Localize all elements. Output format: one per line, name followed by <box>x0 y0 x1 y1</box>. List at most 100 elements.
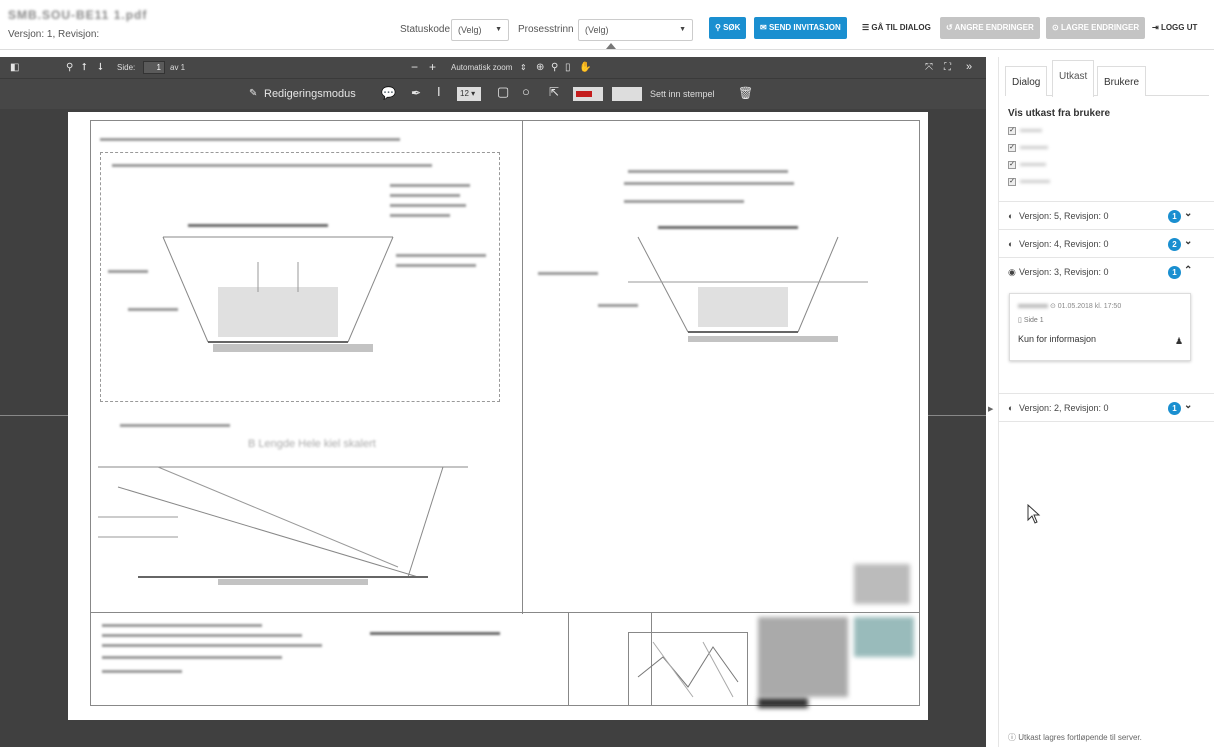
search-icon: ⚲ <box>715 23 721 32</box>
version-row[interactable]: ◐ Versjon: 5, Revisjon: 0 1 ⌄ <box>999 201 1214 229</box>
panel-expand-icon[interactable]: ▶ <box>988 405 993 413</box>
eye-off-icon: ◐ <box>1008 239 1014 249</box>
search-button-label: SØK <box>723 23 741 32</box>
drawing-text <box>396 264 476 267</box>
user-filter-row[interactable]: ✓ <box>1008 160 1046 172</box>
page-edge-tick <box>0 415 68 416</box>
search-icon[interactable]: ⚲ <box>66 62 73 74</box>
page-number-input[interactable]: 1 <box>143 61 165 74</box>
title-block-text <box>370 632 500 635</box>
expand-icon[interactable]: ⛶ <box>944 62 951 74</box>
fullscreen-icon[interactable]: ⤧ <box>925 62 933 74</box>
share-icon[interactable]: ⇱ <box>549 86 559 98</box>
document-title: SMB.SOU-BE11 1.pdf <box>8 8 148 22</box>
save-changes-button[interactable]: ⊙ LAGRE ENDRINGER <box>1046 17 1146 39</box>
envelope-icon: ✉ <box>760 23 767 32</box>
pen-icon[interactable]: ✒ <box>411 87 421 99</box>
undo-changes-button[interactable]: ↺ ANGRE ENDRINGER <box>940 17 1040 39</box>
undo-icon: ↺ <box>946 23 953 32</box>
more-icon[interactable]: » <box>966 61 972 73</box>
color-swatch <box>576 91 592 97</box>
comment-icon[interactable]: 💬 <box>381 87 396 99</box>
chevron-down-icon[interactable]: ⌄ <box>1184 236 1192 247</box>
prev-page-icon[interactable]: ⭡ <box>82 62 87 74</box>
chevron-up-icon[interactable]: ⌃ <box>1184 265 1192 276</box>
version-label: Versjon: 4, Revisjon: 0 <box>1019 239 1109 249</box>
statuskode-value: (Velg) <box>458 25 482 35</box>
send-invite-label: SEND INVITASJON <box>768 23 841 32</box>
chevron-down-icon[interactable]: ⌄ <box>1184 208 1192 219</box>
side-panel: Dialog Utkast Brukere Vis utkast fra bru… <box>998 57 1214 747</box>
font-size-select[interactable]: 12 ▾ <box>457 87 481 101</box>
drawing-text <box>658 226 798 229</box>
user-filter-row[interactable]: ✓ <box>1008 177 1050 189</box>
drafts-section-title: Vis utkast fra brukere <box>1008 108 1111 119</box>
tab-brukere[interactable]: Brukere <box>1097 66 1147 96</box>
checkbox[interactable]: ✓ <box>1008 177 1016 186</box>
user-filter-row[interactable]: ✓ <box>1008 126 1042 138</box>
user-name <box>1020 146 1048 150</box>
zoom-icon[interactable]: ⊕ <box>536 62 544 74</box>
fill-pattern-select[interactable] <box>612 87 642 101</box>
document-version: Versjon: 1, Revisjon: <box>8 29 100 40</box>
edit-mode-toggle[interactable]: Redigeringsmodus <box>264 88 356 100</box>
longitudinal-section-drawing <box>98 466 468 585</box>
version-row[interactable]: ◐ Versjon: 2, Revisjon: 0 1 ⌄ <box>999 393 1214 421</box>
user-name <box>1020 180 1050 184</box>
go-dialog-button[interactable]: ☰ GÅ TIL DIALOG <box>856 17 937 39</box>
tab-dialog[interactable]: Dialog <box>1005 66 1048 96</box>
autosave-note-text: Utkast lagres fortløpende til server. <box>1018 733 1142 742</box>
checkbox[interactable]: ✓ <box>1008 143 1016 152</box>
circle-icon[interactable]: ○ <box>522 85 530 98</box>
pdf-page[interactable]: B Lengde Hele kiel skalert <box>68 112 928 720</box>
version-row[interactable]: ◉ Versjon: 3, Revisjon: 0 1 ⌃ <box>999 257 1214 285</box>
prosesstrinn-label: Prosesstrinn <box>518 24 574 35</box>
zoom-out-icon[interactable]: − <box>411 61 418 73</box>
insert-stamp-dropdown[interactable]: Sett inn stempel <box>650 89 715 99</box>
send-invite-button[interactable]: ✉ SEND INVITASJON <box>754 17 847 39</box>
zoom-in-icon[interactable]: + <box>429 61 436 73</box>
pdf-viewer: ◧ ⚲ ⭡ ⭣ Side: 1 av 1 − + Automatisk zoom… <box>0 57 986 747</box>
rectangle-icon[interactable]: ▢ <box>497 85 509 98</box>
drawing-text <box>390 204 466 207</box>
tab-utkast[interactable]: Utkast <box>1052 60 1095 97</box>
version-row[interactable]: ◐ Versjon: 4, Revisjon: 0 2 ⌄ <box>999 229 1214 257</box>
text-cursor-icon[interactable]: I <box>437 85 441 98</box>
trash-icon[interactable]: 🗑 <box>738 87 753 99</box>
chevron-down-icon[interactable]: ⌄ <box>1184 400 1192 411</box>
collapse-header-icon[interactable] <box>606 43 616 49</box>
notes-text <box>102 644 322 647</box>
eye-icon: ◉ <box>1008 267 1016 277</box>
title-block-stamp <box>854 617 914 657</box>
zoom-select[interactable]: Automatisk zoom <box>451 63 512 72</box>
user-filter-row[interactable]: ✓ <box>1008 143 1048 155</box>
checkbox[interactable]: ✓ <box>1008 126 1016 135</box>
draft-comment-card[interactable]: ⊙ 01.05.2018 kl. 17:50 ▯ Side 1 Kun for … <box>1009 293 1191 361</box>
divider <box>999 421 1214 422</box>
hand-icon[interactable]: ✋ <box>579 62 591 74</box>
search-button[interactable]: ⚲ SØK <box>709 17 747 39</box>
search-doc-icon[interactable]: ⚲ <box>551 62 558 74</box>
checkbox[interactable]: ✓ <box>1008 160 1016 169</box>
user-icon[interactable]: ♟ <box>1175 336 1183 347</box>
title-block-divider <box>90 612 920 613</box>
color-select[interactable] <box>573 87 603 101</box>
list-icon: ☰ <box>862 23 870 32</box>
revision-table <box>854 564 910 604</box>
prosesstrinn-select[interactable]: (Velg) ▼ <box>578 19 693 41</box>
eye-off-icon: ◐ <box>1008 211 1014 221</box>
statuskode-select[interactable]: (Velg) ▼ <box>451 19 509 41</box>
drawing-caption: B Lengde Hele kiel skalert <box>248 438 376 450</box>
drawing-text <box>120 424 230 427</box>
file-icon[interactable]: ▯ <box>565 62 571 74</box>
drawing-text <box>390 184 470 187</box>
panel-tabs: Dialog Utkast Brukere <box>1005 60 1209 97</box>
autosave-note: ⓘ Utkast lagres fortløpende til server. <box>1008 732 1142 743</box>
go-dialog-label: GÅ TIL DIALOG <box>871 23 931 32</box>
save-label: LAGRE ENDRINGER <box>1060 23 1140 32</box>
next-page-icon[interactable]: ⭣ <box>98 62 103 74</box>
sidebar-toggle-icon[interactable]: ◧ <box>10 62 19 74</box>
comment-page: ▯ Side 1 <box>1018 316 1044 324</box>
logout-button[interactable]: ⇥ LOGG UT <box>1146 17 1204 39</box>
prosesstrinn-value: (Velg) <box>585 25 609 35</box>
